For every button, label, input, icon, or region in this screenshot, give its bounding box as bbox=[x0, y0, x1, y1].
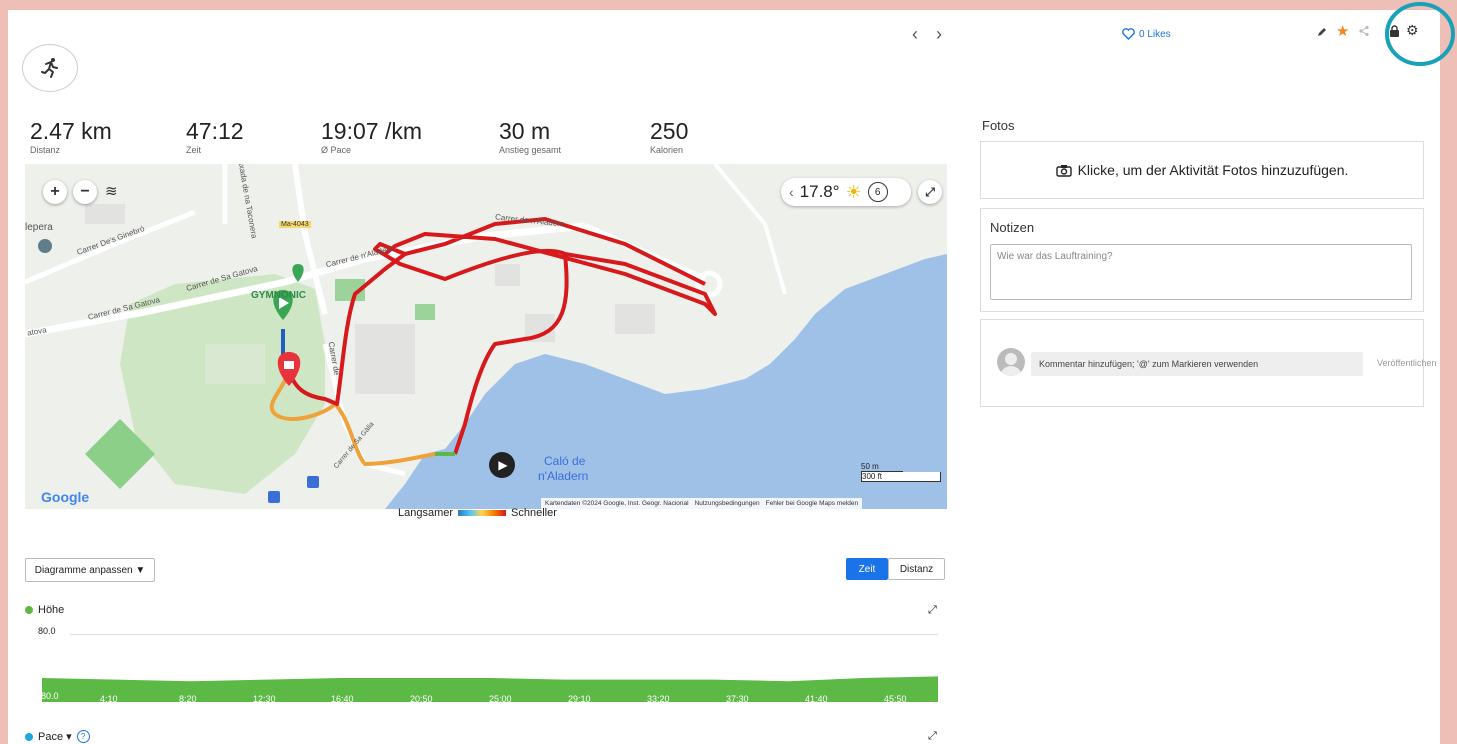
play-icon: ▶ bbox=[498, 458, 508, 472]
stat-value: 47:12 bbox=[186, 118, 244, 144]
route-map[interactable]: Carrer De's Ginebró Carrer de Sa Gatova … bbox=[25, 164, 947, 509]
x-tick-label: 37:30 bbox=[726, 694, 749, 704]
stat-value: 19:07 /km bbox=[321, 118, 422, 144]
map-attribution: Kartendaten ©2024 Google, Inst. Geogr. N… bbox=[541, 498, 863, 509]
comment-input[interactable]: Kommentar hinzufügen; '@' zum Markieren … bbox=[1031, 352, 1363, 376]
pace-chart-title: Pace ▾ bbox=[38, 731, 72, 743]
pace-legend: Langsamer Schneller bbox=[398, 507, 557, 519]
collapse-weather-icon[interactable]: ‹ bbox=[789, 184, 794, 200]
avatar bbox=[997, 348, 1025, 376]
weather-temperature: 17.8° bbox=[799, 182, 840, 201]
stat-calories: 250 Kalorien bbox=[650, 118, 688, 155]
zoom-out-button[interactable]: − bbox=[73, 180, 97, 204]
publish-button[interactable]: Veröffentlichen bbox=[1377, 358, 1436, 368]
pencil-icon[interactable] bbox=[1316, 26, 1328, 38]
expand-pace-chart-icon[interactable]: ⤢ bbox=[928, 730, 937, 743]
x-tick-label: 25:00 bbox=[489, 694, 512, 704]
help-icon[interactable]: ? bbox=[76, 730, 90, 743]
stat-distance: 2.47 km Distanz bbox=[30, 118, 112, 155]
stat-value: 30 m bbox=[499, 118, 551, 144]
map-scale: 50 m 300 ft bbox=[861, 462, 943, 482]
x-tick-label: 4:10 bbox=[100, 694, 118, 704]
add-photos-text: Klicke, um der Aktivität Fotos hinzuzufü… bbox=[1077, 162, 1349, 178]
attribution-text: Kartendaten ©2024 Google, Inst. Geogr. N… bbox=[545, 500, 689, 507]
share-icon[interactable] bbox=[1358, 25, 1370, 37]
x-tick-label: 8:20 bbox=[179, 694, 197, 704]
stat-pace: 19:07 /km Ø Pace bbox=[321, 118, 422, 155]
x-tick-label: 33:20 bbox=[647, 694, 670, 704]
stat-time: 47:12 Zeit bbox=[186, 118, 244, 155]
heart-icon bbox=[1122, 28, 1135, 40]
legend-faster: Schneller bbox=[511, 507, 557, 519]
notes-textarea[interactable]: Wie war das Lauftraining? bbox=[990, 244, 1412, 300]
previous-activity-icon[interactable]: ‹ bbox=[912, 24, 918, 45]
stat-label: Distanz bbox=[30, 145, 61, 155]
stat-label: Ø Pace bbox=[321, 145, 352, 155]
stat-label: Anstieg gesamt bbox=[499, 145, 562, 155]
next-activity-icon[interactable]: › bbox=[936, 24, 942, 45]
water-label: n'Aladern bbox=[538, 469, 589, 483]
pace-chart-header[interactable]: Pace ▾ ? bbox=[25, 730, 90, 743]
photos-title: Fotos bbox=[982, 118, 1015, 133]
stat-value: 250 bbox=[650, 118, 689, 144]
likes-count: 0 Likes bbox=[1139, 28, 1171, 40]
legend-gradient bbox=[458, 510, 507, 516]
customize-charts-button[interactable]: Diagramme anpassen ▼ bbox=[25, 558, 155, 582]
running-person-icon bbox=[22, 44, 78, 92]
stat-value: 2.47 km bbox=[30, 118, 112, 144]
weather-widget[interactable]: ‹ 17.8° ☀ 6 bbox=[781, 178, 911, 206]
comment-card: Kommentar hinzufügen; '@' zum Markieren … bbox=[980, 319, 1436, 407]
zoom-in-button[interactable]: + bbox=[43, 180, 67, 204]
time-toggle-button[interactable]: Zeit bbox=[846, 558, 888, 580]
legend-slower: Langsamer bbox=[398, 507, 454, 519]
star-icon[interactable]: ★ bbox=[1336, 22, 1349, 40]
road-number-label: Ma-4043 bbox=[279, 221, 311, 228]
stat-label: Kalorien bbox=[650, 145, 684, 155]
report-link[interactable]: Fehler bei Google Maps melden bbox=[766, 500, 859, 507]
water-label: Caló de bbox=[544, 454, 586, 468]
x-tick-label: 41:40 bbox=[805, 694, 828, 704]
expand-chart-icon[interactable]: ⤢ bbox=[928, 604, 937, 617]
x-tick-label: 12:30 bbox=[253, 694, 276, 704]
scale-feet: 300 ft bbox=[861, 472, 941, 482]
chart-gridline bbox=[70, 634, 938, 635]
camera-icon bbox=[1055, 164, 1072, 177]
sun-icon: ☀ bbox=[845, 181, 862, 202]
stat-ascent: 30 m Anstieg gesamt bbox=[499, 118, 561, 155]
stat-label: Zeit bbox=[186, 145, 202, 155]
terms-link[interactable]: Nutzungsbedingungen bbox=[695, 500, 760, 507]
google-logo: Google bbox=[41, 489, 90, 505]
notes-title: Notizen bbox=[990, 220, 1035, 235]
distance-toggle-button[interactable]: Distanz bbox=[888, 558, 945, 580]
pace-dot bbox=[25, 732, 33, 741]
layers-icon[interactable]: ≋ bbox=[105, 182, 118, 200]
x-tick-label: 16:40 bbox=[331, 694, 354, 704]
x-tick-label: 20:50 bbox=[410, 694, 433, 704]
x-tick-label: 45:50 bbox=[884, 694, 907, 704]
scale-meters: 50 m bbox=[861, 462, 903, 472]
place-label: GYMNONIC bbox=[251, 290, 306, 301]
elevation-chart-title: Höhe bbox=[38, 604, 65, 616]
x-tick-label: 29:10 bbox=[568, 694, 591, 704]
place-label: lepera bbox=[25, 222, 53, 233]
wind-badge: 6 bbox=[867, 182, 888, 202]
elevation-dot bbox=[25, 606, 33, 614]
notes-card: Notizen Wie war das Lauftraining? bbox=[980, 208, 1424, 312]
highlight-ring bbox=[1385, 2, 1455, 66]
elevation-chart-header: Höhe bbox=[25, 604, 64, 616]
elevation-ymin: -80.0 bbox=[38, 691, 59, 701]
play-route-button[interactable]: ▶ bbox=[489, 452, 515, 478]
add-photos-card[interactable]: Klicke, um der Aktivität Fotos hinzuzufü… bbox=[980, 141, 1424, 199]
likes-button[interactable]: 0 Likes bbox=[1122, 28, 1171, 40]
fullscreen-icon[interactable]: ⤢ bbox=[918, 180, 942, 204]
elevation-ymax: 80.0 bbox=[38, 626, 56, 636]
activity-panel: ‹ › 0 Likes ★ ⚙ 2.47 km Distanz 47:12 Ze… bbox=[8, 10, 1440, 744]
chart-axis-toggle: Zeit Distanz bbox=[846, 558, 945, 580]
map-canvas[interactable] bbox=[25, 164, 947, 509]
